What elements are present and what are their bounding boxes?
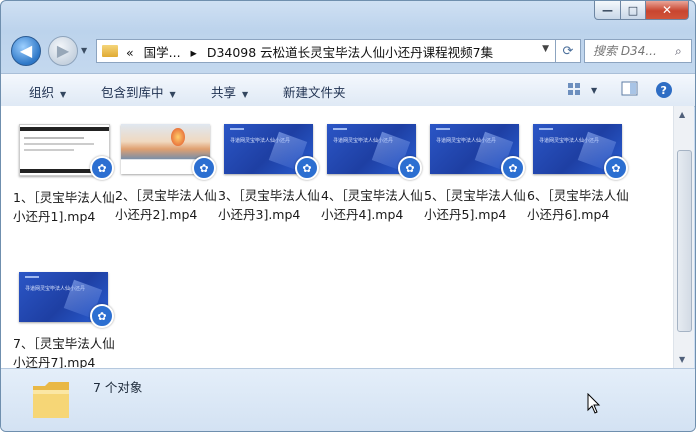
video-player-badge-icon: ✿ xyxy=(501,156,525,180)
view-grid-icon: ▼ xyxy=(568,83,598,95)
chevron-down-icon: ▼ xyxy=(60,90,67,99)
explorer-window: — □ ✕ ◀ ▶ ▼ « 国学... ▸ D34098 云松道长灵宝毕法人仙小… xyxy=(0,0,696,432)
organize-label: 组织 xyxy=(29,85,55,100)
file-name[interactable]: 3、［灵宝毕法人仙小还丹3].mp4 xyxy=(218,186,330,224)
search-icon[interactable]: ⌕ xyxy=(675,44,682,59)
folder-icon xyxy=(29,376,73,425)
share-label: 共享 xyxy=(211,85,237,100)
help-icon: ? xyxy=(656,82,672,98)
video-player-badge-icon: ✿ xyxy=(90,304,114,328)
arrow-left-icon: ◀ xyxy=(19,41,33,60)
vertical-scrollbar[interactable]: ▲ ▼ xyxy=(673,106,694,368)
search-input[interactable] xyxy=(591,43,673,59)
maximize-icon: □ xyxy=(627,3,639,17)
breadcrumb-item-current[interactable]: D34098 云松道长灵宝毕法人仙小还丹课程视频7集 xyxy=(207,45,493,60)
preview-pane-icon xyxy=(621,81,638,96)
video-player-badge-icon: ✿ xyxy=(90,156,114,180)
file-item[interactable]: 寻道网灵宝毕法人仙小还丹 ✿ 4、［灵宝毕法人仙小还丹4].mp4 xyxy=(321,124,423,224)
breadcrumb: « 国学... ▸ D34098 云松道长灵宝毕法人仙小还丹课程视频7集 xyxy=(126,42,499,61)
file-name[interactable]: 4、［灵宝毕法人仙小还丹4].mp4 xyxy=(321,186,433,224)
minimize-icon: — xyxy=(602,3,613,17)
chevron-down-icon: ▼ xyxy=(242,90,249,99)
forward-button[interactable]: ▶ xyxy=(48,36,78,66)
new-folder-button[interactable]: 新建文件夹 xyxy=(283,82,346,101)
maximize-button[interactable]: □ xyxy=(621,1,646,20)
organize-menu[interactable]: 组织 ▼ xyxy=(29,82,66,101)
file-item[interactable]: 寻道网灵宝毕法人仙小还丹 ✿ 7、［灵宝毕法人仙小还丹7].mp4 xyxy=(13,272,115,372)
file-name[interactable]: 1、［灵宝毕法人仙小还丹1].mp4 xyxy=(13,188,125,226)
folder-icon xyxy=(102,45,118,57)
back-button[interactable]: ◀ xyxy=(11,36,41,66)
refresh-button[interactable]: ⟳ xyxy=(556,39,581,63)
command-bar: 组织 ▼ 包含到库中 ▼ 共享 ▼ 新建文件夹 ▼ ? xyxy=(1,73,695,107)
help-button[interactable]: ? xyxy=(655,81,673,102)
include-label: 包含到库中 xyxy=(101,85,164,100)
scroll-thumb[interactable] xyxy=(677,150,692,332)
file-name[interactable]: 2、［灵宝毕法人仙小还丹2].mp4 xyxy=(115,186,227,224)
window-controls: — □ ✕ xyxy=(594,1,689,20)
refresh-icon: ⟳ xyxy=(562,43,574,59)
close-icon: ✕ xyxy=(661,3,673,17)
arrow-right-icon: ▶ xyxy=(56,41,70,60)
breadcrumb-separator[interactable]: ▸ xyxy=(191,45,197,60)
svg-text:▼: ▼ xyxy=(591,86,598,95)
file-item[interactable]: ✿ 2、［灵宝毕法人仙小还丹2].mp4 xyxy=(115,124,217,224)
file-list[interactable]: ✿ 1、［灵宝毕法人仙小还丹1].mp4 ✿ 2、［灵宝毕法人仙小还丹2].mp… xyxy=(1,106,673,370)
address-bar[interactable]: « 国学... ▸ D34098 云松道长灵宝毕法人仙小还丹课程视频7集 ▼ xyxy=(96,39,556,63)
file-name[interactable]: 6、［灵宝毕法人仙小还丹6].mp4 xyxy=(527,186,639,224)
scroll-up-icon[interactable]: ▲ xyxy=(679,110,685,119)
include-in-library-menu[interactable]: 包含到库中 ▼ xyxy=(101,82,176,101)
item-count: 7 个对象 xyxy=(93,380,143,395)
file-item[interactable]: ✿ 1、［灵宝毕法人仙小还丹1].mp4 xyxy=(13,124,115,226)
navigation-bar: ◀ ▶ ▼ « 国学... ▸ D34098 云松道长灵宝毕法人仙小还丹课程视频… xyxy=(1,31,695,71)
scroll-down-icon[interactable]: ▼ xyxy=(679,355,685,364)
search-box[interactable]: ⌕ xyxy=(584,39,692,63)
preview-pane-button[interactable] xyxy=(621,81,639,100)
minimize-button[interactable]: — xyxy=(594,1,621,20)
mouse-cursor-icon xyxy=(587,392,601,418)
breadcrumb-overflow[interactable]: « xyxy=(126,45,134,60)
file-item[interactable]: 寻道网灵宝毕法人仙小还丹 ✿ 3、［灵宝毕法人仙小还丹3].mp4 xyxy=(218,124,320,224)
file-item[interactable]: 寻道网灵宝毕法人仙小还丹 ✿ 6、［灵宝毕法人仙小还丹6].mp4 xyxy=(527,124,629,224)
file-name[interactable]: 5、［灵宝毕法人仙小还丹5].mp4 xyxy=(424,186,536,224)
chevron-down-icon: ▼ xyxy=(169,90,176,99)
breadcrumb-item-guoxue[interactable]: 国学... xyxy=(144,45,181,60)
video-player-badge-icon: ✿ xyxy=(295,156,319,180)
new-folder-label: 新建文件夹 xyxy=(283,85,346,100)
share-menu[interactable]: 共享 ▼ xyxy=(211,82,248,101)
view-options-button[interactable]: ▼ xyxy=(567,81,601,100)
file-item[interactable]: 寻道网灵宝毕法人仙小还丹 ✿ 5、［灵宝毕法人仙小还丹5].mp4 xyxy=(424,124,526,224)
video-player-badge-icon: ✿ xyxy=(192,156,216,180)
svg-text:?: ? xyxy=(661,84,667,97)
video-player-badge-icon: ✿ xyxy=(398,156,422,180)
recent-pages-dropdown[interactable]: ▼ xyxy=(81,46,87,55)
close-button[interactable]: ✕ xyxy=(646,1,689,20)
video-player-badge-icon: ✿ xyxy=(604,156,628,180)
address-dropdown-icon[interactable]: ▼ xyxy=(542,44,549,54)
file-name[interactable]: 7、［灵宝毕法人仙小还丹7].mp4 xyxy=(13,334,125,372)
